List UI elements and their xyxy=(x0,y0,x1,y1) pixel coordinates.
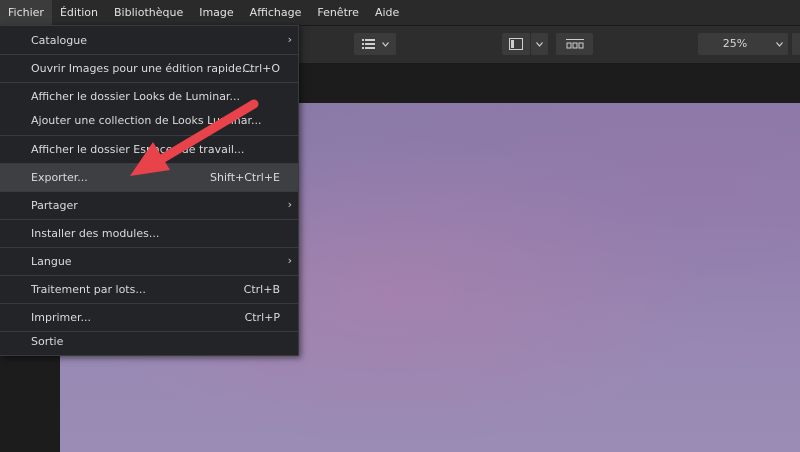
menu-bibliotheque[interactable]: Bibliothèque xyxy=(106,0,191,25)
filmstrip-button[interactable] xyxy=(556,33,593,55)
menu-item-show-looks-folder[interactable]: Afficher le dossier Looks de Luminar... xyxy=(0,83,298,110)
panel-layout-icon xyxy=(509,38,523,50)
menu-item-label: Afficher le dossier Espaces de travail..… xyxy=(31,143,245,156)
menu-item-batch-processing[interactable]: Traitement par lots... Ctrl+B xyxy=(0,276,298,303)
menu-item-label: Partager xyxy=(31,199,78,212)
menu-item-catalogue[interactable]: Catalogue › xyxy=(0,27,298,54)
menu-bar: Fichier Édition Bibliothèque Image Affic… xyxy=(0,0,800,26)
zoom-select[interactable]: 25% xyxy=(698,33,788,55)
menu-item-label: Exporter... xyxy=(31,171,88,184)
list-view-button[interactable] xyxy=(354,33,396,55)
submenu-arrow-icon: › xyxy=(287,198,292,211)
submenu-arrow-icon: › xyxy=(287,254,292,267)
menu-item-shortcut: Ctrl+B xyxy=(243,283,280,296)
list-view-icon xyxy=(361,39,376,49)
menu-item-shortcut: Ctrl+O xyxy=(242,62,280,75)
menu-item-open-quick-edit[interactable]: Ouvrir Images pour une édition rapide...… xyxy=(0,55,298,82)
menu-item-print[interactable]: Imprimer... Ctrl+P xyxy=(0,304,298,331)
menu-item-label: Langue xyxy=(31,255,72,268)
filmstrip-icon xyxy=(565,39,584,49)
menu-item-label: Installer des modules... xyxy=(31,227,160,240)
menu-item-label: Ouvrir Images pour une édition rapide... xyxy=(31,62,253,75)
menu-item-shortcut: Shift+Ctrl+E xyxy=(210,171,280,184)
chevron-down-icon xyxy=(536,41,543,47)
chevron-down-icon xyxy=(381,41,389,47)
menu-item-exit[interactable]: Sortie xyxy=(0,328,298,355)
menu-item-label: Ajouter une collection de Looks Luminar.… xyxy=(31,114,262,127)
panel-layout-button[interactable] xyxy=(502,33,530,55)
submenu-arrow-icon: › xyxy=(287,33,292,46)
chevron-down-icon xyxy=(776,37,783,50)
menu-item-label: Sortie xyxy=(31,335,64,348)
menu-aide[interactable]: Aide xyxy=(367,0,407,25)
menu-item-label: Traitement par lots... xyxy=(31,283,146,296)
menu-image[interactable]: Image xyxy=(191,0,241,25)
menu-item-label: Afficher le dossier Looks de Luminar... xyxy=(31,90,240,103)
zoom-value: 25% xyxy=(722,37,748,50)
file-menu-dropdown: Catalogue › Ouvrir Images pour une éditi… xyxy=(0,25,299,356)
menu-item-show-workspaces-folder[interactable]: Afficher le dossier Espaces de travail..… xyxy=(0,136,298,163)
toolbar-extra-button[interactable] xyxy=(792,33,800,55)
menu-item-add-looks-collection[interactable]: Ajouter une collection de Looks Luminar.… xyxy=(0,107,298,134)
menu-item-shortcut: Ctrl+P xyxy=(244,311,280,324)
menu-item-install-modules[interactable]: Installer des modules... xyxy=(0,220,298,247)
menu-item-label: Imprimer... xyxy=(31,311,92,324)
menu-item-share[interactable]: Partager › xyxy=(0,192,298,219)
menu-fichier[interactable]: Fichier xyxy=(0,0,52,25)
menu-edition[interactable]: Édition xyxy=(52,0,106,25)
menu-item-export[interactable]: Exporter... Shift+Ctrl+E xyxy=(0,164,298,191)
menu-affichage[interactable]: Affichage xyxy=(242,0,310,25)
menu-fenetre[interactable]: Fenêtre xyxy=(309,0,367,25)
panel-layout-dropdown[interactable] xyxy=(531,33,548,55)
menu-item-language[interactable]: Langue › xyxy=(0,248,298,275)
menu-item-label: Catalogue xyxy=(31,34,87,47)
